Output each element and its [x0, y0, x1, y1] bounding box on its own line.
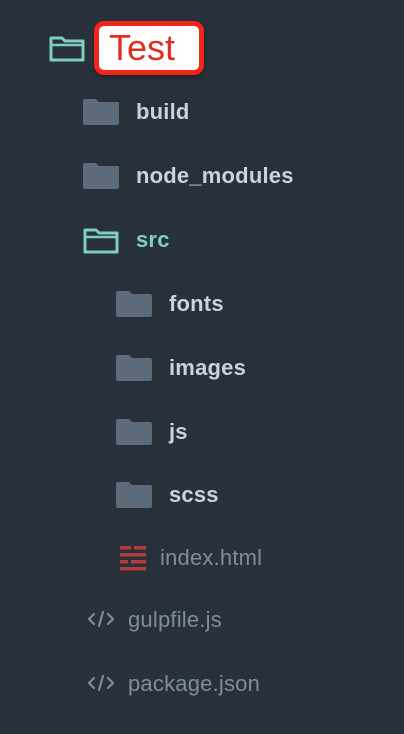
- folder-label: scss: [169, 482, 219, 507]
- folder-icon: [115, 289, 153, 319]
- folder-label: build: [136, 99, 190, 124]
- folder-label: fonts: [169, 291, 224, 316]
- folder-label: js: [169, 419, 188, 444]
- tree-root-test[interactable]: Test: [48, 20, 205, 76]
- folder-label: images: [169, 355, 247, 380]
- folder-open-icon: [48, 34, 86, 62]
- tree-item-src[interactable]: src: [82, 220, 170, 260]
- file-tree: Test build node_modules src fonts images…: [0, 0, 404, 734]
- folder-icon: [115, 417, 153, 447]
- tree-item-fonts[interactable]: fonts: [115, 284, 224, 324]
- tree-item-images[interactable]: images: [115, 348, 246, 388]
- code-file-icon: [86, 673, 116, 695]
- tree-item-node-modules[interactable]: node_modules: [82, 156, 294, 196]
- folder-label: node_modules: [136, 163, 294, 188]
- tree-item-gulpfile-js[interactable]: gulpfile.js: [86, 600, 222, 640]
- folder-label: src: [136, 227, 170, 252]
- file-label: index.html: [160, 545, 263, 570]
- tree-item-package-json[interactable]: package.json: [86, 664, 260, 704]
- tree-item-scss[interactable]: scss: [115, 475, 219, 515]
- tree-item-js[interactable]: js: [115, 412, 188, 452]
- folder-icon: [115, 353, 153, 383]
- tree-item-index-html[interactable]: index.html: [119, 538, 262, 578]
- tree-item-build[interactable]: build: [82, 92, 190, 132]
- file-label: gulpfile.js: [128, 607, 222, 632]
- folder-icon: [82, 97, 120, 127]
- file-label: package.json: [128, 671, 261, 696]
- root-folder-label: Test: [94, 21, 205, 75]
- html-file-icon: [119, 544, 147, 572]
- code-file-icon: [86, 609, 116, 631]
- folder-open-icon: [82, 226, 120, 254]
- folder-icon: [115, 480, 153, 510]
- folder-icon: [82, 161, 120, 191]
